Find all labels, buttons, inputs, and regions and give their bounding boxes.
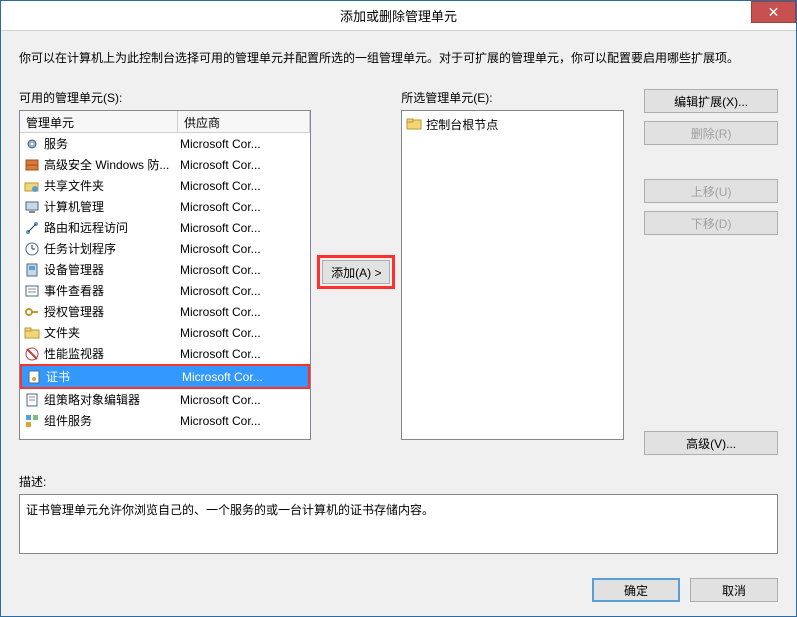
item-name: 共享文件夹 [44,177,180,194]
list-item[interactable]: 共享文件夹Microsoft Cor... [20,175,310,196]
item-vendor: Microsoft Cor... [180,414,310,428]
item-name: 性能监视器 [44,345,180,362]
close-button[interactable]: ✕ [751,1,796,23]
header-vendor[interactable]: 供应商 [178,111,310,132]
policy-icon [24,392,40,408]
folder-icon [406,116,422,132]
window-title: 添加或删除管理单元 [340,6,457,25]
clock-icon [24,241,40,257]
folder-share-icon [24,178,40,194]
list-item[interactable]: 服务Microsoft Cor... [20,133,310,154]
cert-icon [26,369,42,385]
header-name[interactable]: 管理单元 [20,111,178,132]
available-column: 可用的管理单元(S): 管理单元 供应商 服务Microsoft Cor...高… [19,89,311,455]
item-name: 组策略对象编辑器 [44,391,180,408]
item-vendor: Microsoft Cor... [180,158,310,172]
item-vendor: Microsoft Cor... [180,200,310,214]
item-vendor: Microsoft Cor... [182,370,308,384]
description-text: 证书管理单元允许你浏览自己的、一个服务的或一台计算机的证书存储内容。 [26,503,434,517]
list-item[interactable]: 文件夹Microsoft Cor... [20,322,310,343]
move-down-button[interactable]: 下移(D) [644,211,778,235]
item-name: 高级安全 Windows 防... [44,156,180,173]
item-vendor: Microsoft Cor... [180,284,310,298]
description-section: 描述: 证书管理单元允许你浏览自己的、一个服务的或一台计算机的证书存储内容。 [19,473,778,554]
list-item[interactable]: 计算机管理Microsoft Cor... [20,196,310,217]
item-name: 文件夹 [44,324,180,341]
advanced-button[interactable]: 高级(V)... [644,431,778,455]
side-buttons-column: 编辑扩展(X)... 删除(R) 上移(U) 下移(D) 高级(V)... [634,89,778,455]
component-icon [24,413,40,429]
available-listbox[interactable]: 管理单元 供应商 服务Microsoft Cor...高级安全 Windows … [19,110,311,440]
description-box: 证书管理单元允许你浏览自己的、一个服务的或一台计算机的证书存储内容。 [19,494,778,554]
perf-icon [24,346,40,362]
dialog-description: 你可以在计算机上为此控制台选择可用的管理单元并配置所选的一组管理单元。对于可扩展… [19,49,778,67]
event-icon [24,283,40,299]
item-vendor: Microsoft Cor... [180,393,310,407]
list-item[interactable]: 组策略对象编辑器Microsoft Cor... [20,389,310,410]
firewall-icon [24,157,40,173]
middle-column: 添加(A) > [321,89,391,455]
list-item[interactable]: 性能监视器Microsoft Cor... [20,343,310,364]
tree-root-label: 控制台根节点 [426,116,498,133]
listbox-header: 管理单元 供应商 [20,111,310,133]
content-area: 你可以在计算机上为此控制台选择可用的管理单元并配置所选的一组管理单元。对于可扩展… [1,31,796,566]
list-item[interactable]: 事件查看器Microsoft Cor... [20,280,310,301]
tree-root-item[interactable]: 控制台根节点 [406,115,619,133]
selected-column: 所选管理单元(E): 控制台根节点 [401,89,624,455]
folder-icon [24,325,40,341]
item-vendor: Microsoft Cor... [180,263,310,277]
item-vendor: Microsoft Cor... [180,347,310,361]
close-icon: ✕ [768,4,780,21]
list-item[interactable]: 组件服务Microsoft Cor... [20,410,310,431]
device-icon [24,262,40,278]
item-vendor: Microsoft Cor... [180,305,310,319]
description-label: 描述: [19,473,778,490]
list-item-highlight: 证书Microsoft Cor... [20,364,310,389]
item-vendor: Microsoft Cor... [180,137,310,151]
gear-icon [24,136,40,152]
main-row: 可用的管理单元(S): 管理单元 供应商 服务Microsoft Cor...高… [19,89,778,455]
item-name: 授权管理器 [44,303,180,320]
add-button[interactable]: 添加(A) > [322,260,390,284]
ok-button[interactable]: 确定 [592,578,680,602]
item-name: 组件服务 [44,412,180,429]
list-item[interactable]: 设备管理器Microsoft Cor... [20,259,310,280]
move-up-button[interactable]: 上移(U) [644,179,778,203]
dialog-window: 添加或删除管理单元 ✕ 你可以在计算机上为此控制台选择可用的管理单元并配置所选的… [0,0,797,617]
item-name: 证书 [46,368,182,385]
item-vendor: Microsoft Cor... [180,179,310,193]
list-item[interactable]: 证书Microsoft Cor... [22,366,308,387]
available-list-body[interactable]: 服务Microsoft Cor...高级安全 Windows 防...Micro… [20,133,310,439]
add-button-highlight: 添加(A) > [317,255,395,289]
list-item[interactable]: 高级安全 Windows 防...Microsoft Cor... [20,154,310,175]
item-name: 设备管理器 [44,261,180,278]
item-name: 计算机管理 [44,198,180,215]
titlebar: 添加或删除管理单元 ✕ [1,1,796,31]
list-item[interactable]: 任务计划程序Microsoft Cor... [20,238,310,259]
spacer [644,153,778,171]
item-vendor: Microsoft Cor... [180,242,310,256]
item-name: 任务计划程序 [44,240,180,257]
selected-tree[interactable]: 控制台根节点 [401,110,624,440]
item-vendor: Microsoft Cor... [180,221,310,235]
remove-button[interactable]: 删除(R) [644,121,778,145]
bottom-row: 确定 取消 [592,578,778,602]
key-icon [24,304,40,320]
list-item[interactable]: 授权管理器Microsoft Cor... [20,301,310,322]
computer-icon [24,199,40,215]
list-item[interactable]: 路由和远程访问Microsoft Cor... [20,217,310,238]
item-name: 服务 [44,135,180,152]
item-name: 路由和远程访问 [44,219,180,236]
cancel-button[interactable]: 取消 [690,578,778,602]
network-icon [24,220,40,236]
selected-label: 所选管理单元(E): [401,89,624,106]
item-vendor: Microsoft Cor... [180,326,310,340]
edit-extensions-button[interactable]: 编辑扩展(X)... [644,89,778,113]
available-label: 可用的管理单元(S): [19,89,311,106]
item-name: 事件查看器 [44,282,180,299]
